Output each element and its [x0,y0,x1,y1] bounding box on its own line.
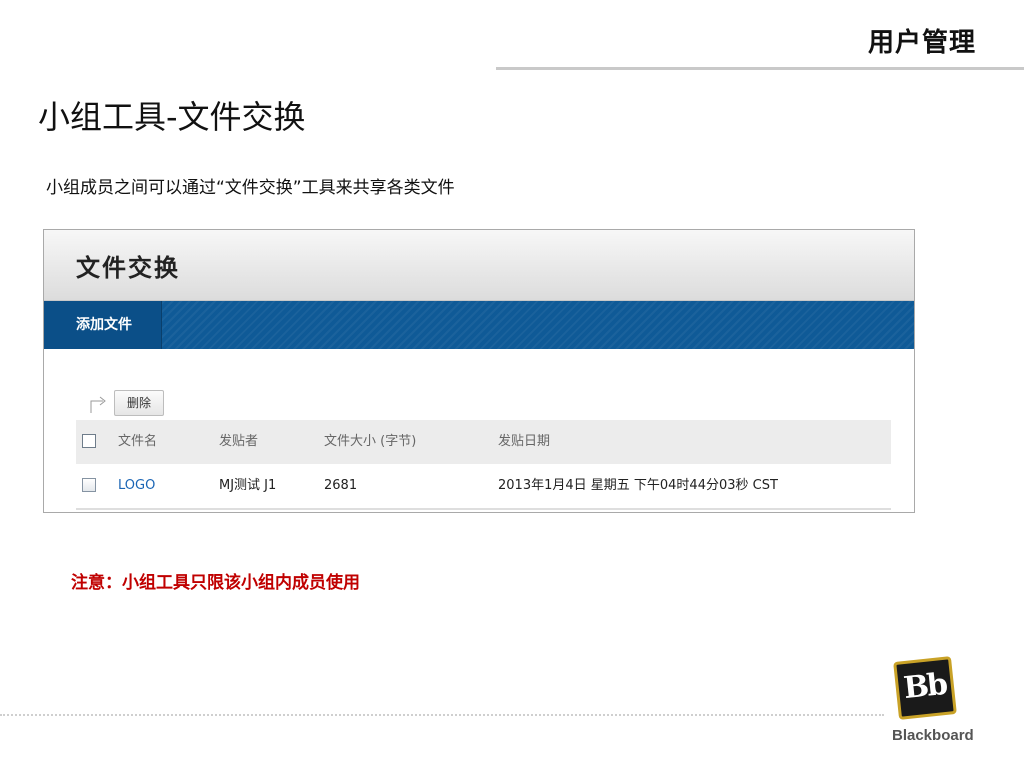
delete-button[interactable]: 删除 [114,390,164,416]
panel-header: 文件交换 [44,230,914,301]
table-row: LOGO MJ测试 J1 2681 2013年1月4日 星期五 下午04时44分… [76,464,891,510]
slide-description: 小组成员之间可以通过“文件交换”工具来共享各类文件 [46,178,455,198]
slide-title: 小组工具-文件交换 [38,98,306,136]
column-header-poster[interactable]: 发贴者 [219,420,258,464]
file-name-link: LOGO [118,464,155,508]
action-bar: 添加文件 [44,301,914,349]
file-size: 2681 [324,478,358,493]
note-text: 注意：小组工具只限该小组内成员使用 [71,573,360,593]
table-header: 文件名 发贴者 文件大小 (字节) 发贴日期 [76,420,891,464]
row-checkbox[interactable] [82,478,96,492]
section-title: 用户管理 [867,28,976,58]
file-date: 2013年1月4日 星期五 下午04时44分03秒 CST [498,478,778,493]
section-divider [496,67,1024,70]
column-header-date[interactable]: 发贴日期 [498,420,550,464]
column-header-name[interactable]: 文件名 [118,420,157,464]
logo-mark: Bb [901,666,948,707]
bulk-action-arrow-icon [90,396,106,413]
file-link[interactable]: LOGO [118,478,155,493]
column-header-size[interactable]: 文件大小 (字节) [324,420,416,464]
add-file-button[interactable]: 添加文件 [44,301,162,349]
panel-title: 文件交换 [76,253,180,282]
file-poster: MJ测试 J1 [219,478,277,493]
select-all-checkbox[interactable] [82,434,96,448]
blackboard-logo: Bb [893,656,957,720]
file-table: 文件名 发贴者 文件大小 (字节) 发贴日期 LOGO MJ测试 J1 2681… [76,420,891,510]
blackboard-wordmark: Blackboard [892,727,974,744]
footer-dotted-line [0,714,884,716]
file-exchange-panel: 文件交换 添加文件 删除 文件名 发贴者 文件大小 (字节) 发贴日期 LOGO… [43,229,915,513]
